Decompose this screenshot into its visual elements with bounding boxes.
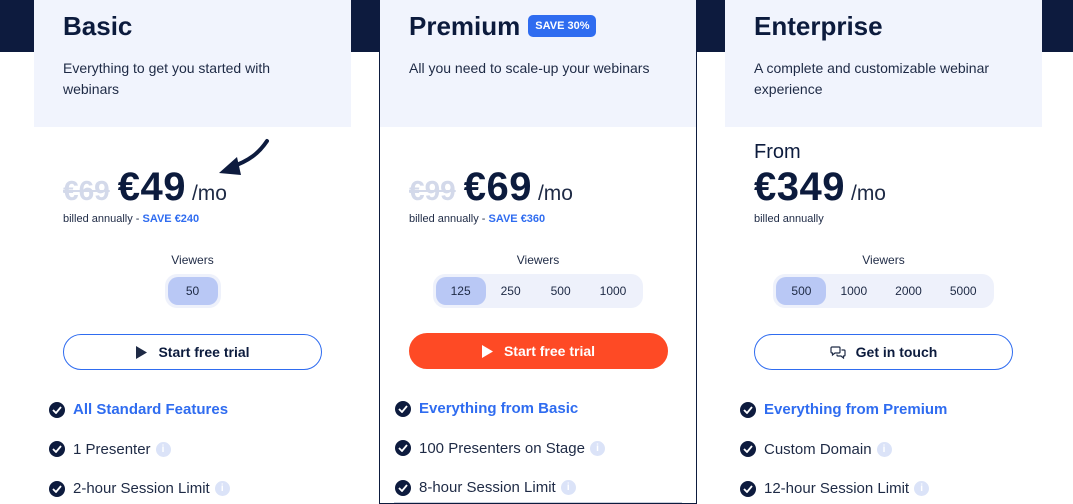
- billing-text: billed annually -: [63, 213, 143, 225]
- feature-label[interactable]: Everything from Premium: [764, 401, 947, 418]
- viewers-selector: 125 250 500 1000: [432, 274, 644, 308]
- plan-name: Enterprise: [754, 11, 883, 41]
- viewers-label: Viewers: [862, 253, 905, 267]
- plan-card-enterprise: Enterprise A complete and customizable w…: [725, 0, 1042, 504]
- price-area: €99 €69 /mo billed annually - SAVE €360: [380, 127, 696, 245]
- price-area: €69 €49 /mo billed annually - SAVE €240: [34, 127, 351, 245]
- info-icon[interactable]: i: [214, 481, 230, 497]
- check-icon: [740, 480, 756, 497]
- cta-label: Start free trial: [503, 343, 596, 359]
- feature-label: Custom Domain: [764, 440, 872, 458]
- feature-label: 1 Presenter: [73, 440, 151, 458]
- billing-text: billed annually: [754, 213, 824, 225]
- billing-note: billed annually: [754, 213, 824, 225]
- check-icon: [740, 401, 756, 418]
- plan-card-basic: Basic Everything to get you started with…: [34, 0, 351, 504]
- price-period: /mo: [537, 182, 573, 205]
- check-icon: [49, 480, 65, 497]
- info-icon[interactable]: i: [560, 480, 576, 496]
- check-icon: [395, 479, 411, 496]
- viewer-option[interactable]: 500: [536, 277, 586, 305]
- viewers-selector: 500 1000 2000 5000: [773, 274, 994, 308]
- chat-icon: [830, 346, 846, 359]
- plan-header: Basic Everything to get you started with…: [34, 0, 351, 127]
- viewer-option[interactable]: 125: [435, 277, 486, 305]
- check-icon: [395, 400, 411, 417]
- viewer-option[interactable]: 500: [776, 277, 827, 305]
- feature-list: Everything from Premium Custom Domain i …: [725, 390, 1042, 504]
- feature-label[interactable]: All Standard Features: [73, 401, 228, 418]
- feature-list: All Standard Features 1 Presenter i 2-ho…: [34, 390, 351, 504]
- check-icon: [49, 441, 65, 458]
- start-free-trial-button[interactable]: Start free trial: [63, 334, 322, 370]
- viewer-option[interactable]: 50: [167, 277, 218, 305]
- price-line: €99 €69 /mo: [409, 165, 573, 210]
- price-period: /mo: [191, 182, 227, 205]
- cta-label: Start free trial: [158, 344, 250, 360]
- billing-note: billed annually - SAVE €360: [409, 213, 545, 225]
- list-item: Everything from Premium: [740, 390, 1042, 430]
- feature-label[interactable]: Everything from Basic: [419, 400, 578, 417]
- divider: [394, 502, 682, 503]
- current-price: €69: [463, 165, 532, 209]
- plan-card-premium: Premium SAVE 30% All you need to scale-u…: [379, 0, 697, 504]
- viewers-label: Viewers: [516, 253, 560, 267]
- play-icon: [136, 345, 148, 359]
- plan-header: Premium SAVE 30% All you need to scale-u…: [380, 0, 696, 127]
- info-icon[interactable]: i: [914, 481, 930, 497]
- viewer-option[interactable]: 250: [486, 277, 536, 305]
- price-area: From €349 /mo billed annually: [725, 127, 1042, 245]
- feature-list: Everything from Basic 100 Presenters on …: [380, 389, 696, 504]
- get-in-touch-button[interactable]: Get in touch: [754, 334, 1013, 370]
- viewer-option[interactable]: 2000: [881, 277, 936, 305]
- feature-label: 12-hour Session Limit: [764, 480, 910, 498]
- plan-name: Basic: [63, 11, 133, 41]
- price-period: /mo: [850, 182, 886, 205]
- viewer-option[interactable]: 5000: [936, 277, 991, 305]
- old-price: €69: [63, 175, 110, 206]
- current-price: €349: [754, 165, 845, 209]
- savings-text: SAVE €240: [142, 213, 200, 225]
- cta-label: Get in touch: [855, 344, 938, 360]
- plan-header: Enterprise A complete and customizable w…: [725, 0, 1042, 127]
- info-icon[interactable]: i: [876, 441, 892, 457]
- feature-label: 8-hour Session Limit: [419, 479, 556, 497]
- plan-description: Everything to get you started with webin…: [63, 60, 270, 97]
- viewer-option[interactable]: 1000: [586, 277, 641, 305]
- from-label: From: [754, 141, 801, 163]
- list-item: 12-hour Session Limit i: [740, 469, 1042, 504]
- billing-text: billed annually -: [409, 213, 489, 225]
- start-free-trial-button[interactable]: Start free trial: [408, 333, 668, 369]
- plan-name: Premium: [409, 11, 521, 41]
- info-icon[interactable]: i: [589, 440, 605, 456]
- feature-label: 2-hour Session Limit: [73, 480, 210, 498]
- viewer-option[interactable]: 1000: [826, 277, 881, 305]
- old-price: €99: [409, 175, 456, 206]
- save-badge: SAVE 30%: [528, 15, 597, 37]
- list-item: 100 Presenters on Stage i: [395, 429, 696, 469]
- check-icon: [395, 440, 411, 457]
- viewers-label: Viewers: [171, 253, 214, 267]
- info-icon[interactable]: i: [155, 441, 171, 457]
- viewers-selector: 50: [164, 274, 221, 308]
- feature-label: 100 Presenters on Stage: [419, 439, 585, 457]
- savings-text: SAVE €360: [488, 213, 546, 225]
- list-item: 8-hour Session Limit i: [395, 468, 696, 504]
- plan-description: All you need to scale-up your webinars: [409, 60, 650, 76]
- plan-description: A complete and customizable webinar expe…: [754, 60, 990, 97]
- check-icon: [740, 441, 756, 458]
- list-item: All Standard Features: [49, 390, 351, 430]
- price-line: €69 €49 /mo: [63, 165, 227, 210]
- check-icon: [49, 401, 65, 418]
- list-item: 1 Presenter i: [49, 430, 351, 470]
- list-item: Custom Domain i: [740, 430, 1042, 470]
- current-price: €49: [117, 165, 186, 209]
- play-icon: [481, 344, 493, 358]
- price-line: €349 /mo: [754, 165, 886, 210]
- list-item: Everything from Basic: [395, 389, 696, 429]
- billing-note: billed annually - SAVE €240: [63, 213, 199, 225]
- list-item: 2-hour Session Limit i: [49, 469, 351, 504]
